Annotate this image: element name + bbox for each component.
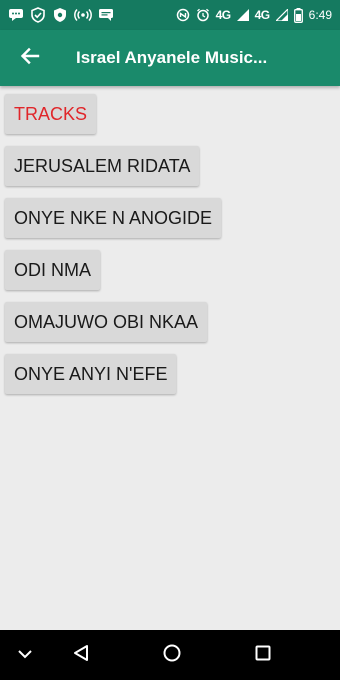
nav-back-button[interactable] (59, 630, 103, 680)
status-bar: 4G 4G 6:49 (0, 0, 340, 30)
chevron-down-icon (17, 646, 33, 664)
clock: 6:49 (308, 8, 332, 22)
tracks-header-button[interactable]: TRACKS (5, 94, 97, 134)
track-button[interactable]: OMAJUWO OBI NKAA (5, 302, 208, 342)
signal-icon-2 (275, 9, 288, 21)
navigation-bar (0, 630, 340, 680)
signal-icon (236, 9, 249, 21)
track-list: TRACKS JERUSALEM RIDATA ONYE NKE N ANOGI… (0, 86, 340, 630)
nav-home-button[interactable] (150, 630, 194, 680)
message-icon (8, 8, 24, 22)
track-button[interactable]: ONYE NKE N ANOGIDE (5, 198, 222, 238)
track-button[interactable]: ODI NMA (5, 250, 101, 290)
track-button[interactable]: JERUSALEM RIDATA (5, 146, 200, 186)
status-bar-right: 4G 4G 6:49 (176, 7, 332, 23)
battery-icon (293, 7, 303, 23)
chat-icon (98, 8, 114, 22)
hotspot-icon (74, 8, 92, 22)
status-bar-left (8, 7, 114, 23)
track-button[interactable]: ONYE ANYI N'EFE (5, 354, 177, 394)
home-circle-icon (162, 643, 182, 668)
recents-square-icon (254, 644, 272, 667)
alarm-icon (196, 8, 210, 22)
shield-check-icon (30, 7, 46, 23)
nav-recents-button[interactable] (241, 630, 285, 680)
page-title: Israel Anyanele Music... (76, 48, 268, 67)
back-button[interactable] (0, 30, 60, 86)
back-triangle-icon (71, 643, 91, 668)
shield-lock-icon (52, 7, 68, 23)
hide-keyboard-button[interactable] (3, 630, 47, 680)
nfc-icon (176, 8, 190, 22)
arrow-back-icon (20, 46, 40, 71)
network-type-1: 4G (215, 8, 232, 22)
app-bar: Israel Anyanele Music... (0, 30, 340, 86)
network-type-2: 4G (254, 8, 271, 22)
